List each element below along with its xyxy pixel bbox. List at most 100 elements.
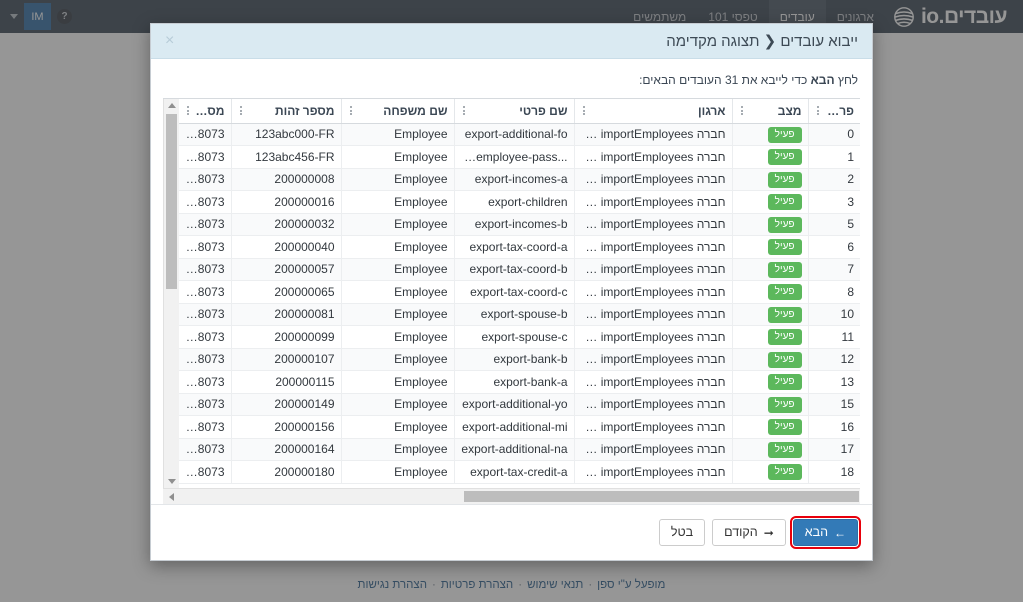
- modal-title: ייבוא עובדים ❮ תצוגה מקדימה: [666, 33, 858, 50]
- table-row[interactable]: 5 פעיל חברה importEmployees בע"מ...export-…: [179, 213, 860, 236]
- table-row[interactable]: 2 פעיל חברה importEmployees בע"מ...export-…: [179, 168, 860, 191]
- table-row[interactable]: 10 פעיל חברה importEmployees בע"מ...export…: [179, 303, 860, 326]
- kebab-menu-icon[interactable]: [238, 104, 244, 117]
- cell-last: Employee: [340, 348, 454, 371]
- cell-index: 1: [807, 145, 860, 169]
- employees-table: פריט # .. מצב ארגון שם פרטי שם משפחה מספר זהו…: [179, 99, 860, 484]
- cell-status: פעיל: [731, 393, 808, 416]
- table-row[interactable]: 15 פעיל חברה importEmployees בע"מ...export…: [179, 393, 860, 416]
- cell-id: 200000065: [230, 280, 341, 304]
- cell-last: Employee: [340, 393, 454, 416]
- cell-index: 16: [807, 415, 860, 439]
- cell-id: 200000016: [230, 190, 341, 214]
- kebab-menu-icon[interactable]: [461, 104, 467, 117]
- cell-first: export-spouse-c: [453, 325, 574, 349]
- vertical-scroll-thumb[interactable]: [165, 114, 177, 289]
- cell-phone: 052-626-8073: [179, 460, 231, 484]
- table-row[interactable]: 13 פעיל חברה importEmployees בע"מ...export…: [179, 370, 860, 394]
- cell-org: חברה importEmployees בע"מ...: [573, 348, 732, 371]
- cell-id: 200000032: [230, 213, 341, 236]
- cell-phone: 052-626-8073: [179, 370, 231, 394]
- cell-first: export-children: [453, 190, 574, 214]
- status-badge: פעיל: [767, 419, 802, 436]
- cell-status: פעיל: [731, 370, 808, 394]
- column-header-status[interactable]: מצב: [731, 99, 808, 124]
- cancel-button[interactable]: בטל: [658, 519, 706, 546]
- cell-index: 12: [807, 348, 860, 371]
- vertical-scroll-track[interactable]: [164, 112, 180, 475]
- table-row[interactable]: 7 פעיל חברה importEmployees בע"מ...export-…: [179, 258, 860, 281]
- cell-phone: 052-626-8073: [179, 168, 231, 191]
- kebab-menu-icon[interactable]: [815, 104, 821, 117]
- cell-phone: 052-626-8073: [179, 303, 231, 326]
- cell-status: פעיל: [731, 235, 808, 259]
- column-header-index[interactable]: פריט # ..: [807, 99, 860, 124]
- table-row[interactable]: 18 פעיל חברה importEmployees בע"מ...export…: [179, 460, 860, 484]
- cell-status: פעיל: [731, 190, 808, 214]
- cell-first: export-tax-coord-c: [453, 280, 574, 304]
- status-badge: פעיל: [767, 149, 802, 166]
- horizontal-scrollbar[interactable]: [163, 488, 860, 504]
- kebab-menu-icon[interactable]: [581, 104, 587, 117]
- cell-last: Employee: [340, 190, 454, 214]
- kebab-menu-icon[interactable]: [185, 104, 191, 117]
- scroll-down-arrow-icon[interactable]: [164, 475, 180, 488]
- import-employees-modal: ייבוא עובדים ❮ תצוגה מקדימה × לחץ הבא כד…: [150, 23, 873, 561]
- cancel-button-label: בטל: [670, 525, 694, 540]
- close-icon[interactable]: ×: [161, 31, 178, 51]
- cell-first: export-additional-yo: [453, 393, 574, 416]
- import-instruction: לחץ הבא כדי לייבא את 31 העובדים הבאים:: [165, 73, 858, 87]
- cell-phone: 052-626-8073: [179, 190, 231, 214]
- kebab-menu-icon[interactable]: [348, 104, 354, 117]
- next-button[interactable]: ← הבא: [789, 516, 862, 549]
- vertical-scrollbar[interactable]: [163, 99, 179, 488]
- modal-header: ייבוא עובדים ❮ תצוגה מקדימה ×: [151, 24, 872, 59]
- kebab-menu-icon[interactable]: [739, 104, 745, 117]
- cell-last: Employee: [340, 370, 454, 394]
- status-badge: פעיל: [767, 261, 802, 278]
- table-row[interactable]: 16 פעיל חברה importEmployees בע"מ...export…: [179, 415, 860, 439]
- column-header-org[interactable]: ארגון: [573, 99, 732, 124]
- table-row[interactable]: 17 פעיל חברה importEmployees בע"מ...export…: [179, 438, 860, 461]
- arrow-left-icon: ←: [834, 525, 846, 540]
- table-row[interactable]: 11 פעיל חברה importEmployees בע"מ...export…: [179, 325, 860, 349]
- cell-org: חברה importEmployees בע"מ...: [573, 370, 732, 394]
- column-header-first[interactable]: שם פרטי: [453, 99, 574, 124]
- cell-org: חברה importEmployees בע"מ...: [573, 393, 732, 416]
- cell-index: 7: [807, 258, 860, 281]
- table-row[interactable]: 3 פעיל חברה importEmployees בע"מ...export-…: [179, 190, 860, 214]
- table-row[interactable]: 8 פעיל חברה importEmployees בע"מ...export-…: [179, 280, 860, 304]
- cell-last: Employee: [340, 415, 454, 439]
- table-row[interactable]: 1 פעיל חברה importEmployees בע"מ......ort-…: [179, 145, 860, 169]
- arrow-right-icon: ➞: [763, 525, 774, 540]
- horizontal-scroll-thumb[interactable]: [464, 490, 859, 502]
- instruction-prefix: לחץ: [834, 73, 858, 87]
- cell-id: 200000081: [230, 303, 341, 326]
- cell-status: פעיל: [731, 145, 808, 169]
- table-header: פריט # .. מצב ארגון שם פרטי שם משפחה מספר זהו…: [179, 99, 860, 124]
- cell-org: חברה importEmployees בע"מ...: [573, 123, 732, 146]
- table-body: 0פעילחברה importEmployees בע"מ...export-…: [179, 123, 860, 484]
- cell-org: חברה importEmployees בע"מ...: [573, 258, 732, 281]
- column-header-id[interactable]: מספר זהות: [230, 99, 341, 124]
- table-row[interactable]: 0 פעיל חברה importEmployees בע"מ...export-…: [179, 123, 860, 146]
- cell-status: פעיל: [731, 280, 808, 304]
- previous-button[interactable]: ➞ הקודם: [712, 519, 786, 546]
- scroll-left-arrow-icon[interactable]: [163, 490, 179, 503]
- column-header-label-first: שם פרטי: [519, 103, 568, 118]
- status-badge: פעיל: [767, 329, 802, 346]
- table-row[interactable]: 6 פעיל חברה importEmployees בע"מ...export-…: [179, 235, 860, 259]
- instruction-bold-next: הבא: [810, 73, 835, 87]
- column-header-phone[interactable]: מספר טלפון נייד .: [179, 99, 231, 124]
- cell-last: Employee: [340, 460, 454, 484]
- cell-last: Employee: [340, 168, 454, 191]
- cell-index: 2: [807, 168, 860, 191]
- cell-first: export-tax-coord-a: [453, 235, 574, 259]
- column-header-last[interactable]: שם משפחה: [340, 99, 454, 124]
- table-row[interactable]: 12 פעיל חברה importEmployees בע"מ...export…: [179, 348, 860, 371]
- horizontal-scroll-track[interactable]: [179, 489, 859, 505]
- cell-first: export-bank-b: [453, 348, 574, 371]
- scroll-up-arrow-icon[interactable]: [164, 99, 180, 112]
- cell-org: חברה importEmployees בע"מ...: [573, 213, 732, 236]
- status-badge: פעיל: [767, 239, 802, 256]
